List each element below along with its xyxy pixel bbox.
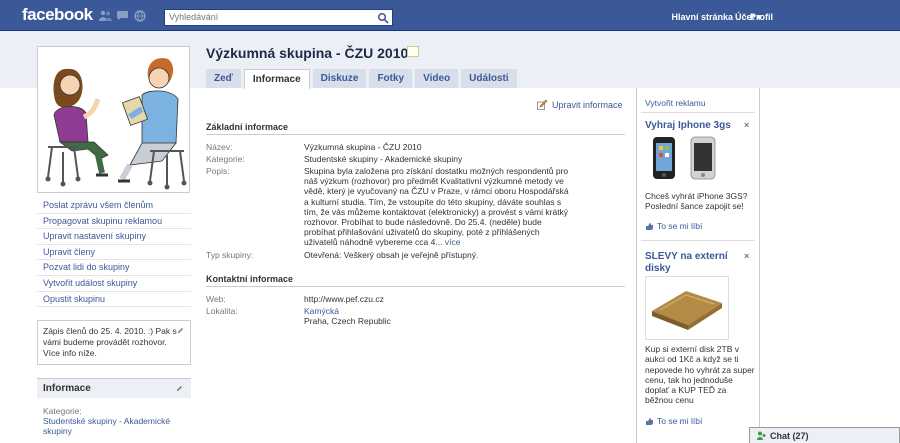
field-label: Lokalita: [206,306,238,316]
field-value: Výzkumná skupina - ČZU 2010 [304,142,422,152]
info-header: Informace [37,378,191,398]
chat-online-icon [757,431,766,440]
location-city: Praha, Czech Republic [304,316,391,327]
action-invite-people[interactable]: Pozvat lidi do skupiny [37,260,191,276]
description-text: Skupina byla založena pro získání dostat… [304,166,569,248]
search-icon[interactable] [377,12,389,24]
ad-close-button[interactable]: × [744,251,749,261]
field-label: Kategorie: [206,154,245,164]
web-link[interactable]: http://www.pef.czu.cz [304,294,574,304]
edit-pencil-icon[interactable] [177,327,184,334]
group-actions: Poslat zprávu všem členům Propagovat sku… [37,198,191,308]
ad-like-label: To se mi líbí [657,221,703,231]
tab-photos[interactable]: Fotky [369,69,413,88]
search-input[interactable]: Vyhledávání [164,9,393,26]
tab-bar: Zeď Informace Diskuze Fotky Video Událos… [206,69,517,89]
ad-title[interactable]: SLEVY na externí disky [645,251,740,275]
basic-info-header: Základní informace [206,122,625,135]
field-label: Typ skupiny: [206,250,254,260]
friend-requests-icon[interactable] [99,10,112,21]
edit-pencil-icon [537,99,548,110]
tab-events[interactable]: Události [461,69,517,88]
search-placeholder: Vyhledávání [169,12,219,22]
ad-text: Kup si externí disk 2TB v aukci od 1Kč a… [645,344,755,406]
field-label: Web: [206,294,226,304]
action-message-members[interactable]: Poslat zprávu všem členům [37,198,191,214]
description-value: Skupina byla založena pro získání dostat… [304,166,574,248]
ads-column-edge [759,88,760,443]
field-value: Otevřená: Veškerý obsah je veřejně příst… [304,250,479,260]
edit-pencil-icon[interactable] [176,385,183,392]
facebook-logo[interactable]: facebook [22,5,93,25]
notification-jewels [99,9,146,22]
ad-close-button[interactable]: × [744,120,749,130]
info-header-label: Informace [43,383,91,394]
left-category-label: Kategorie: [43,406,82,416]
contact-info-header: Kontaktní informace [206,274,625,287]
thumbs-up-icon [646,417,653,425]
left-category: Kategorie: Studentské skupiny - Akademic… [43,406,191,436]
ad-image-iphone[interactable] [647,135,727,181]
field-label: Název: [206,142,233,152]
tab-discussion[interactable]: Diskuze [312,69,367,88]
top-bar: facebook Vyhledávání Hlavní stránka Prof… [0,0,900,31]
tab-video[interactable]: Video [415,69,459,88]
action-create-event[interactable]: Vytvořit událost skupiny [37,276,191,292]
more-link[interactable]: více [445,237,461,247]
ad-text: Chceš vyhrát iPhone 3GS? Poslední šance … [645,191,748,212]
ad-image-external-disk[interactable] [645,276,729,340]
category-link[interactable]: Studentské skupiny - Akademické skupiny [304,154,574,164]
chat-label: Chat (27) [770,430,809,441]
nav-home[interactable]: Hlavní stránka [671,12,733,22]
messages-icon[interactable] [116,10,129,21]
group-status-box: Zápis členů do 25. 4. 2010. :) Pak s vám… [37,320,191,365]
action-edit-settings[interactable]: Upravit nastavení skupiny [37,229,191,245]
ad-like-label: To se mi líbí [657,416,703,426]
chat-bar[interactable]: Chat (27) [749,427,900,443]
create-ad-link[interactable]: Vytvořit reklamu [645,98,706,108]
location-value: Kamýcká Praha, Czech Republic [304,306,574,326]
edit-info-link[interactable]: Upravit informace [537,99,627,110]
group-type-icon [407,46,419,57]
action-promote-group[interactable]: Propagovat skupinu reklamou [37,214,191,230]
account-menu[interactable]: Účet ▾ [735,12,762,23]
tab-wall[interactable]: Zeď [206,69,241,88]
status-text: Zápis členů do 25. 4. 2010. :) Pak s vám… [43,326,177,358]
ad-title[interactable]: Vyhraj Iphone 3gs [645,120,740,132]
edit-info-label: Upravit informace [552,99,623,110]
page-title: Výzkumná skupina - ČZU 2010 [206,45,409,61]
field-label: Popis: [206,166,230,176]
tab-info[interactable]: Informace [243,69,310,89]
ad-like-button[interactable]: To se mi líbí [645,416,702,426]
notifications-globe-icon[interactable] [133,9,146,22]
ad-like-button[interactable]: To se mi líbí [645,221,702,231]
action-leave-group[interactable]: Opustit skupinu [37,292,191,308]
thumbs-up-icon [646,222,653,230]
ad-separator [641,112,755,113]
location-link[interactable]: Kamýcká [304,306,339,316]
group-profile-picture[interactable] [37,46,190,193]
left-category-value[interactable]: Studentské skupiny - Akademické skupiny [43,416,191,436]
ad-separator [641,240,755,241]
action-edit-members[interactable]: Upravit členy [37,245,191,261]
